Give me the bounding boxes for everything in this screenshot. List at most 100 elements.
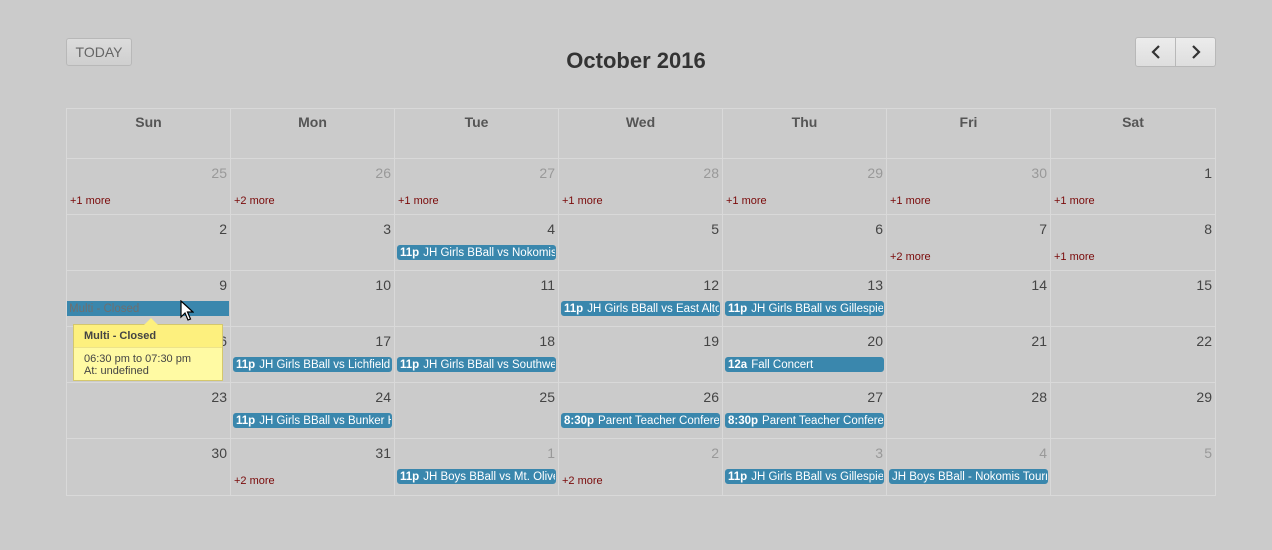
day-cell[interactable]: 28 +1 more bbox=[559, 159, 723, 214]
day-cell[interactable]: 27 +1 more bbox=[395, 159, 559, 214]
weekday-header: Sun Mon Tue Wed Thu Fri Sat bbox=[67, 109, 1215, 159]
more-events-link[interactable]: +2 more bbox=[234, 475, 275, 487]
day-cell[interactable]: 27 bbox=[723, 383, 887, 438]
more-events-link[interactable]: +1 more bbox=[1054, 195, 1095, 207]
day-number: 4 bbox=[547, 221, 555, 237]
calendar-event[interactable]: 12a Fall Concert bbox=[725, 357, 884, 372]
day-cell[interactable]: 5 bbox=[559, 215, 723, 270]
more-events-link[interactable]: +2 more bbox=[562, 475, 603, 487]
day-cell[interactable]: 21 bbox=[887, 327, 1051, 382]
day-cell[interactable]: 2 bbox=[67, 215, 231, 270]
more-events-link[interactable]: +2 more bbox=[890, 251, 931, 263]
day-cell[interactable]: 26 +2 more bbox=[231, 159, 395, 214]
more-events-link[interactable]: +1 more bbox=[562, 195, 603, 207]
day-cell[interactable]: 8 +1 more bbox=[1051, 215, 1215, 270]
chevron-left-icon bbox=[1150, 45, 1160, 59]
more-events-link[interactable]: +1 more bbox=[890, 195, 931, 207]
day-cell[interactable]: 19 bbox=[559, 327, 723, 382]
day-cell[interactable]: 3 bbox=[723, 439, 887, 495]
day-cell[interactable]: 7 +2 more bbox=[887, 215, 1051, 270]
calendar-event[interactable]: 11p JH Girls BBall vs East Alton bbox=[561, 301, 720, 316]
day-number: 30 bbox=[1031, 165, 1047, 181]
day-number: 13 bbox=[867, 277, 883, 293]
day-cell[interactable]: 6 bbox=[723, 215, 887, 270]
event-title: Parent Teacher Conferences bbox=[598, 415, 720, 427]
event-time: 8:30p bbox=[564, 415, 595, 427]
day-cell[interactable]: 30 +1 more bbox=[887, 159, 1051, 214]
day-cell[interactable]: 1 +1 more bbox=[1051, 159, 1215, 214]
day-cell[interactable]: 14 bbox=[887, 271, 1051, 326]
calendar-event[interactable]: 11p JH Boys BBall vs Mt. Olive bbox=[397, 469, 556, 484]
day-cell[interactable]: 10 bbox=[231, 271, 395, 326]
day-cell[interactable]: 11 bbox=[395, 271, 559, 326]
calendar-event[interactable]: 11p JH Girls BBall vs Bunker Hill bbox=[233, 413, 392, 428]
day-cell[interactable]: 29 bbox=[1051, 383, 1215, 438]
day-number: 17 bbox=[375, 333, 391, 349]
event-time: 11p bbox=[400, 359, 420, 371]
day-cell[interactable]: 18 bbox=[395, 327, 559, 382]
day-cell[interactable]: 31 +2 more bbox=[231, 439, 395, 495]
calendar-event[interactable]: 8:30pParent Teacher Conferences bbox=[725, 413, 884, 428]
weekday-label: Fri bbox=[887, 109, 1051, 158]
day-cell[interactable]: 13 bbox=[723, 271, 887, 326]
event-time: 8:30p bbox=[728, 415, 759, 427]
month-grid: Sun Mon Tue Wed Thu Fri Sat 25 +1 more 26 +… bbox=[66, 108, 1216, 496]
weekday-label: Thu bbox=[723, 109, 887, 158]
day-number: 25 bbox=[539, 389, 555, 405]
day-cell[interactable]: 5 bbox=[1051, 439, 1215, 495]
calendar-event[interactable]: 11p JH Girls BBall vs Gillespie bbox=[725, 469, 884, 484]
calendar-event[interactable]: 11p JH Girls BBall vs Gillespie bbox=[725, 301, 884, 316]
more-events-link[interactable]: +1 more bbox=[398, 195, 439, 207]
more-events-link[interactable]: +1 more bbox=[726, 195, 767, 207]
day-cell[interactable]: 24 bbox=[231, 383, 395, 438]
day-cell[interactable]: 26 bbox=[559, 383, 723, 438]
week-row: 30 31 +2 more 1 2 +2 more 3 4 5 11p JH Boys BBall … bbox=[67, 439, 1215, 495]
day-cell[interactable]: 2 +2 more bbox=[559, 439, 723, 495]
more-events-link[interactable]: +2 more bbox=[234, 195, 275, 207]
mouse-pointer-icon bbox=[180, 300, 194, 321]
day-number: 29 bbox=[1196, 389, 1212, 405]
day-number: 28 bbox=[1031, 389, 1047, 405]
week-row: 2 3 4 5 6 7 +2 more 8 +1 more 11p JH Girls BBall v… bbox=[67, 215, 1215, 271]
day-number: 1 bbox=[1204, 165, 1212, 181]
day-cell[interactable]: 22 bbox=[1051, 327, 1215, 382]
event-time: 11p bbox=[564, 303, 584, 315]
weekday-label: Sun bbox=[67, 109, 231, 158]
day-cell[interactable]: 4 bbox=[395, 215, 559, 270]
day-cell[interactable]: 28 bbox=[887, 383, 1051, 438]
event-title: Multi - Closed bbox=[69, 303, 140, 315]
event-title: JH Girls BBall vs Nokomis bbox=[423, 247, 556, 259]
day-cell[interactable]: 12 bbox=[559, 271, 723, 326]
day-number: 15 bbox=[1196, 277, 1212, 293]
calendar-event[interactable]: 11p JH Girls BBall vs Nokomis bbox=[397, 245, 556, 260]
day-cell[interactable]: 17 bbox=[231, 327, 395, 382]
day-number: 5 bbox=[711, 221, 719, 237]
day-cell[interactable]: 25 +1 more bbox=[67, 159, 231, 214]
tooltip-location: At: undefined bbox=[84, 365, 149, 377]
day-number: 8 bbox=[1204, 221, 1212, 237]
day-cell[interactable]: 29 +1 more bbox=[723, 159, 887, 214]
event-title: JH Girls BBall vs East Alton bbox=[587, 303, 720, 315]
calendar-event[interactable]: 8:30pParent Teacher Conferences bbox=[561, 413, 720, 428]
calendar-event[interactable]: 11p JH Girls BBall vs Lichfield bbox=[233, 357, 392, 372]
day-cell[interactable]: 15 bbox=[1051, 271, 1215, 326]
next-month-button[interactable] bbox=[1176, 37, 1216, 67]
day-number: 3 bbox=[383, 221, 391, 237]
day-cell[interactable]: 20 bbox=[723, 327, 887, 382]
calendar-event[interactable]: 11pJH Girls BBall vs Southwestern bbox=[397, 357, 556, 372]
day-cell[interactable]: 4 bbox=[887, 439, 1051, 495]
event-time: 11p bbox=[236, 415, 256, 427]
day-cell[interactable]: 30 bbox=[67, 439, 231, 495]
more-events-link[interactable]: +1 more bbox=[1054, 251, 1095, 263]
calendar-event[interactable]: Multi - Closed bbox=[67, 301, 229, 316]
more-events-link[interactable]: +1 more bbox=[70, 195, 111, 207]
day-number: 10 bbox=[375, 277, 391, 293]
day-cell[interactable]: 3 bbox=[231, 215, 395, 270]
chevron-right-icon bbox=[1191, 45, 1201, 59]
day-cell[interactable]: 25 bbox=[395, 383, 559, 438]
calendar-event[interactable]: JH Boys BBall - Nokomis Tournament bbox=[889, 469, 1048, 484]
day-cell[interactable]: 1 bbox=[395, 439, 559, 495]
day-cell[interactable]: 23 bbox=[67, 383, 231, 438]
prev-month-button[interactable] bbox=[1135, 37, 1176, 67]
day-number: 31 bbox=[375, 445, 391, 461]
